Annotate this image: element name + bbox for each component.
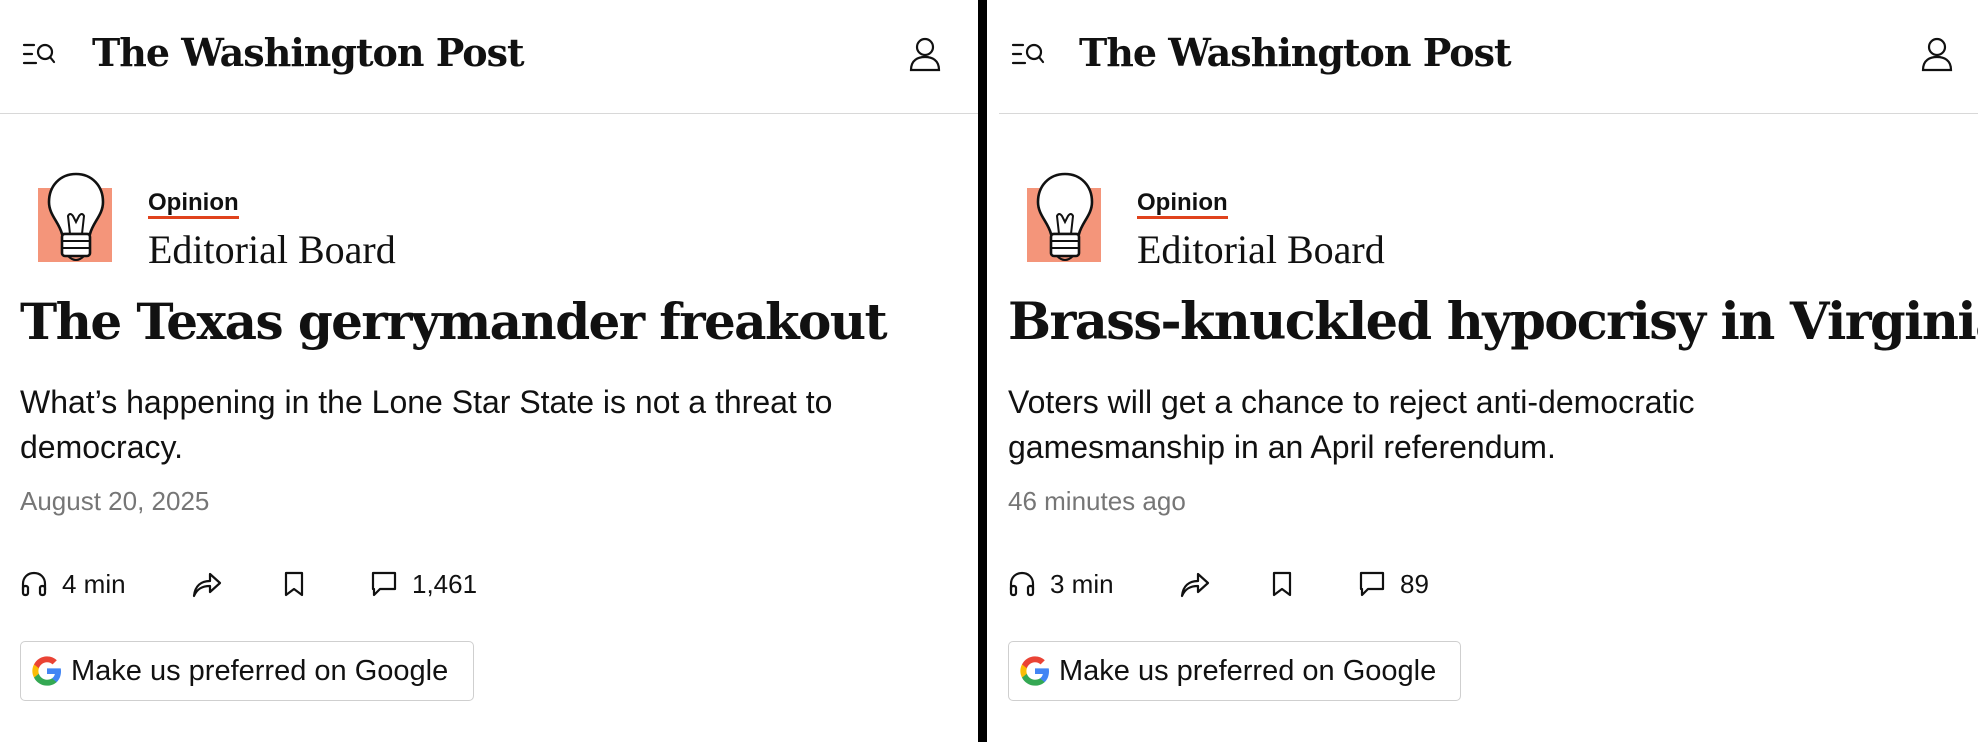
article-panel-right: The Washington Post Opinion Editorial Bo… — [987, 0, 1978, 742]
publish-timestamp: August 20, 2025 — [20, 486, 210, 516]
share-button[interactable] — [1178, 566, 1210, 602]
comment-count: 1,461 — [412, 568, 478, 599]
top-nav-bar: The Washington Post — [999, 0, 1978, 114]
google-preferred-button[interactable]: Make us preferred on Google — [20, 641, 474, 701]
headphones-icon — [1009, 571, 1035, 597]
lightbulb-icon — [38, 170, 114, 270]
article-panel-left: The Washington Post Opinion Editorial Bo… — [0, 0, 978, 742]
opinion-byline: Opinion Editorial Board — [38, 170, 738, 273]
save-button[interactable] — [282, 566, 306, 602]
listen-time: 4 min — [62, 568, 126, 599]
google-cta-label: Make us preferred on Google — [1059, 654, 1437, 687]
bookmark-icon — [1272, 571, 1292, 597]
comment-icon — [371, 571, 397, 597]
share-icon — [192, 572, 222, 598]
user-icon[interactable] — [1920, 36, 1954, 72]
panel-divider — [978, 0, 987, 742]
publish-timestamp: 46 minutes ago — [1008, 486, 1186, 516]
comment-icon — [1359, 571, 1385, 597]
menu-search-icon[interactable] — [22, 40, 56, 70]
top-nav-bar: The Washington Post — [0, 0, 978, 114]
google-cta-label: Make us preferred on Google — [71, 654, 449, 687]
google-preferred-button[interactable]: Make us preferred on Google — [1008, 641, 1461, 701]
screenshot-stage: The Washington Post Opinion Editorial Bo… — [0, 0, 1978, 742]
bookmark-icon — [284, 571, 304, 597]
google-g-icon — [1020, 656, 1049, 686]
comment-count: 89 — [1400, 568, 1429, 599]
comments-button[interactable]: 89 — [1358, 566, 1429, 602]
headline[interactable]: Brass-knuckled hypocrisy in Virginia — [1008, 292, 1978, 352]
menu-search-icon[interactable] — [1011, 40, 1045, 70]
listen-button[interactable]: 4 min — [20, 566, 126, 602]
section-label-opinion[interactable]: Opinion — [1137, 190, 1228, 219]
opinion-byline: Opinion Editorial Board — [1027, 170, 1727, 273]
comments-button[interactable]: 1,461 — [370, 566, 477, 602]
article-actions: 4 min 1,461 — [20, 566, 720, 602]
listen-time: 3 min — [1050, 568, 1114, 599]
author-name[interactable]: Editorial Board — [148, 226, 396, 273]
article-dek: Voters will get a chance to reject anti-… — [1008, 384, 1695, 465]
google-g-icon — [32, 656, 61, 686]
author-name[interactable]: Editorial Board — [1137, 226, 1385, 273]
listen-button[interactable]: 3 min — [1008, 566, 1114, 602]
article-dek: What’s happening in the Lone Star State … — [20, 384, 833, 465]
headphones-icon — [21, 571, 47, 597]
headline[interactable]: The Texas gerrymander freakout — [20, 292, 888, 351]
share-icon — [1180, 572, 1210, 598]
article-actions: 3 min 89 — [1008, 566, 1708, 602]
washington-post-logo[interactable]: The Washington Post — [1079, 30, 1512, 75]
section-label-opinion[interactable]: Opinion — [148, 190, 239, 219]
lightbulb-icon — [1027, 170, 1103, 270]
washington-post-logo[interactable]: The Washington Post — [92, 30, 525, 75]
share-button[interactable] — [190, 566, 222, 602]
save-button[interactable] — [1270, 566, 1294, 602]
user-icon[interactable] — [908, 36, 942, 72]
